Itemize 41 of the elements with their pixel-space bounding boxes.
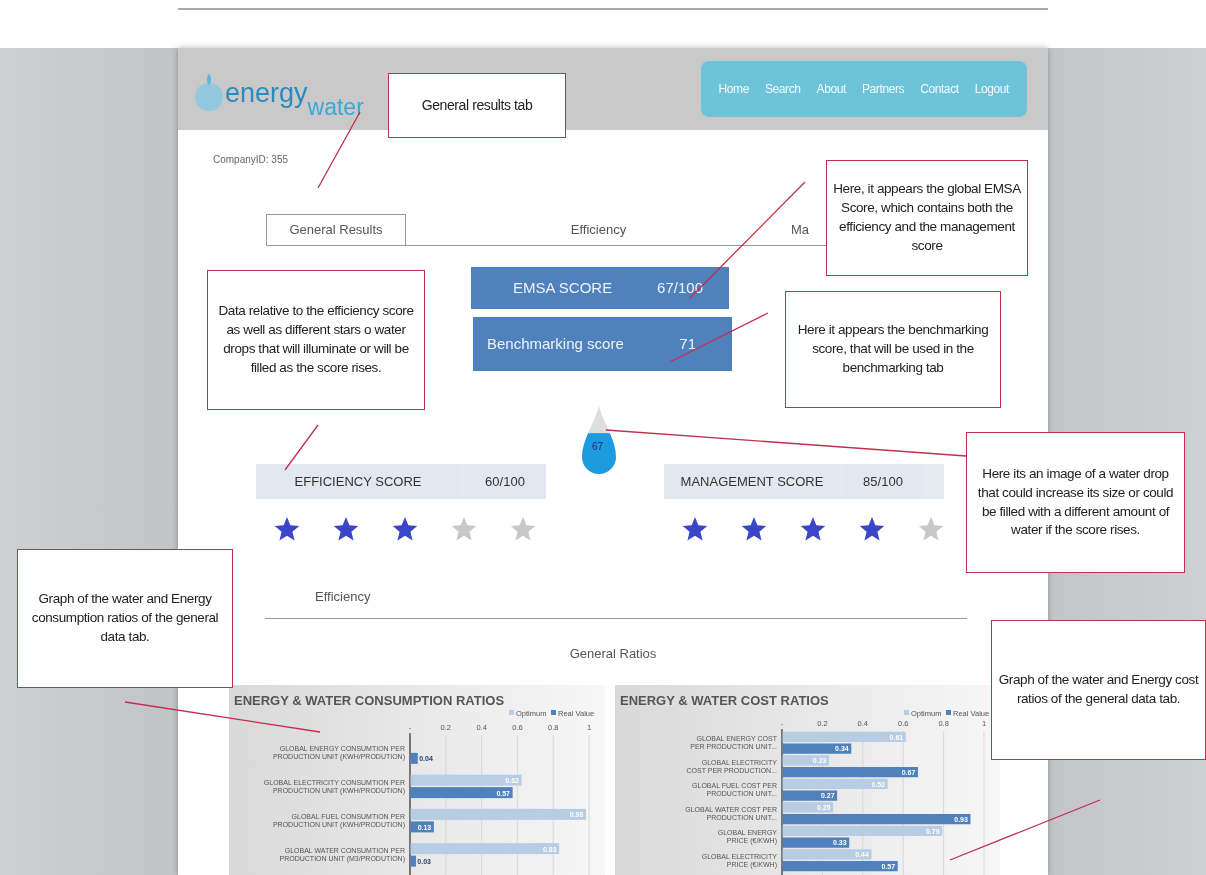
star-icon (333, 516, 359, 542)
callout-note: Here, it appears the global EMSA Score, which contains both the efficiency and the management score (826, 160, 1028, 276)
score-label: Benchmarking score (487, 333, 624, 354)
star-icon (274, 516, 300, 542)
tab[interactable]: Efficiency (406, 214, 791, 245)
score-value: 67/100 (657, 277, 703, 298)
company-id: CompanyID: 355 (213, 153, 290, 167)
star-icon (800, 516, 826, 542)
chart-title: ENERGY & WATER COST RATIOS (620, 693, 829, 708)
nav-link[interactable]: Home (718, 80, 749, 98)
callout-note: Graph of the water and Energy consumption ratios of the general data tab. (17, 549, 233, 688)
logo-text: water (307, 96, 364, 119)
star-icon (859, 516, 885, 542)
star-icon (741, 516, 767, 542)
nav-link[interactable]: Logout (974, 80, 1009, 98)
drop-value: 67 (592, 440, 604, 454)
star-icon (918, 516, 944, 542)
tab[interactable]: Ma (791, 214, 821, 245)
callout-note: General results tab (388, 73, 566, 138)
callout-note: Data relative to the efficiency score as well as different stars o water drops that will illuminate or will be filled as the score rises. (207, 270, 425, 410)
chart-title: ENERGY & WATER CONSUMPTION RATIOS (234, 693, 505, 708)
tab[interactable]: General Results (266, 214, 406, 245)
section-title: Efficiency (315, 589, 371, 604)
callout-note: Here its an image of a water drop that could increase its size or could be filled with a different amount of water if the score rises. (966, 432, 1185, 573)
nav-link[interactable]: About (816, 80, 846, 98)
callout-note: Here it appears the benchmarking score, that will be used in the benchmarking tab (785, 291, 1001, 408)
star-icon (392, 516, 418, 542)
bar (410, 752, 418, 764)
star-icon (510, 516, 536, 542)
leader-line (284, 424, 319, 471)
star-icon (682, 516, 708, 542)
callout-note: Graph of the water and Energy cost ratios of the general data tab. (991, 620, 1206, 760)
logo-text: energy (225, 80, 308, 107)
nav-link[interactable]: Partners (861, 80, 905, 98)
score-label: EMSA SCORE (513, 277, 613, 298)
water-drop-icon (582, 406, 616, 474)
star-icon (451, 516, 477, 542)
nav-link[interactable]: Search (764, 80, 801, 98)
score-value: 71 (679, 333, 696, 354)
section-subtitle: General Ratios (569, 646, 657, 661)
nav-link[interactable]: Contact (920, 80, 959, 98)
